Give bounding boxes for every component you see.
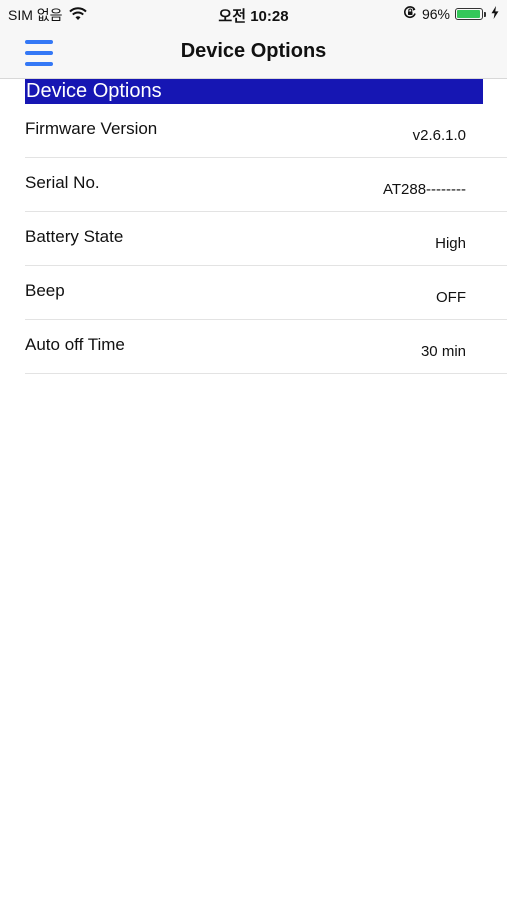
option-row-serial-no[interactable]: Serial No. AT288-------- [25, 158, 507, 212]
row-value: 30 min [420, 343, 466, 360]
battery-percent: 96% [421, 5, 450, 22]
option-row-auto-off-time[interactable]: Auto off Time 30 min [25, 320, 507, 374]
battery-fill [457, 9, 481, 18]
row-label: Serial No. [25, 173, 100, 192]
row-value: AT288-------- [382, 181, 466, 198]
navigation-bar: Device Options [0, 28, 507, 79]
status-bar: SIM 없음 오전 10:28 96% [0, 0, 507, 28]
status-right: 96% [403, 5, 499, 22]
battery-icon [455, 7, 486, 20]
option-row-beep[interactable]: Beep OFF [25, 266, 507, 320]
row-value: OFF [436, 289, 466, 306]
row-label: Firmware Version [25, 119, 158, 138]
row-label: Auto off Time [25, 335, 125, 354]
option-row-firmware-version[interactable]: Firmware Version v2.6.1.0 [25, 104, 507, 158]
row-label: Beep [25, 281, 65, 300]
row-value: High [435, 235, 466, 252]
section-header: Device Options [25, 79, 483, 104]
row-label: Battery State [25, 227, 124, 246]
row-value: v2.6.1.0 [412, 127, 466, 144]
charging-icon [491, 5, 499, 22]
rotation-lock-icon [403, 5, 417, 22]
option-row-battery-state[interactable]: Battery State High [25, 212, 507, 266]
page-title: Device Options [180, 40, 327, 62]
content: Device Options Firmware Version v2.6.1.0… [0, 79, 507, 374]
